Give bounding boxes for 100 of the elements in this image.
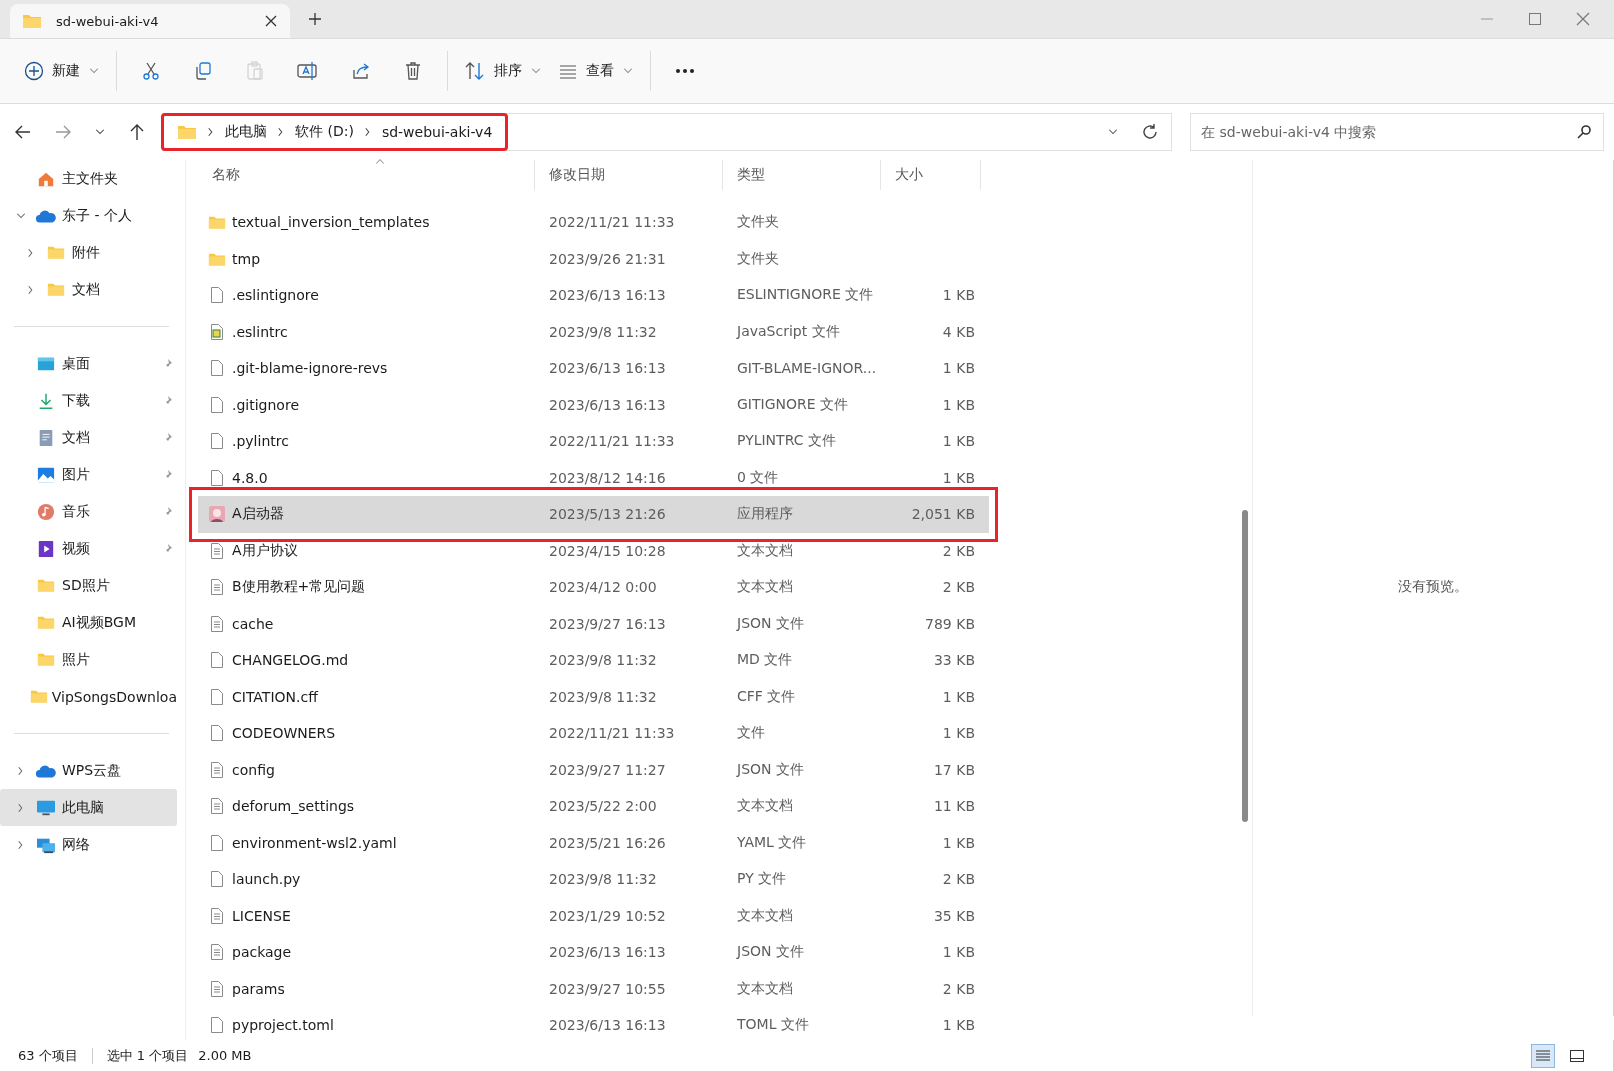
more-icon bbox=[675, 68, 695, 74]
sidebar-item[interactable]: 视频 bbox=[0, 530, 177, 567]
file-row[interactable]: package 2023/6/13 16:13 JSON 文件 1 KB bbox=[198, 934, 989, 971]
column-header[interactable]: 修改日期 bbox=[535, 160, 723, 190]
sidebar-item[interactable]: 下载 bbox=[0, 382, 177, 419]
file-icon bbox=[208, 1016, 226, 1035]
modified-date: 2023/4/15 10:28 bbox=[548, 542, 667, 559]
breadcrumb-item[interactable]: sd-webui-aki-v4 bbox=[381, 124, 493, 140]
file-size: 1 KB bbox=[941, 834, 976, 851]
sidebar-item[interactable]: 文档 bbox=[0, 271, 177, 308]
sort-button[interactable]: 排序 bbox=[456, 51, 550, 91]
file-size: 17 KB bbox=[932, 761, 976, 778]
sidebar-item[interactable]: 图片 bbox=[0, 456, 177, 493]
sidebar-item[interactable]: 网络 bbox=[0, 826, 177, 863]
video-icon bbox=[37, 539, 55, 558]
new-button[interactable]: 新建 bbox=[16, 51, 108, 91]
modified-date: 2022/11/21 11:33 bbox=[548, 433, 676, 450]
modified-date: 2023/5/22 2:00 bbox=[548, 798, 658, 815]
modified-date: 2023/9/27 10:55 bbox=[548, 980, 667, 997]
preview-pane-icon bbox=[1569, 1047, 1585, 1064]
file-type: 文件 bbox=[736, 724, 766, 743]
column-header[interactable]: 大小 bbox=[881, 160, 981, 190]
sidebar-item[interactable]: 桌面 bbox=[0, 345, 177, 382]
file-row[interactable]: CODEOWNERS 2022/11/21 11:33 文件 1 KB bbox=[198, 715, 989, 752]
sidebar-item[interactable]: AI视频BGM bbox=[0, 604, 177, 641]
sidebar-item[interactable]: 此电脑 bbox=[0, 789, 177, 826]
file-row[interactable]: A用户协议 2023/4/15 10:28 文本文档 2 KB bbox=[198, 532, 989, 569]
file-size: 11 KB bbox=[932, 798, 976, 815]
file-row[interactable]: .gitignore 2023/6/13 16:13 GITIGNORE 文件 1 KB bbox=[198, 386, 989, 423]
folder-icon bbox=[37, 652, 55, 667]
file-size: 1 KB bbox=[941, 944, 976, 961]
file-icon bbox=[208, 651, 226, 670]
file-type: 应用程序 bbox=[736, 505, 794, 524]
file-row[interactable]: .pylintrc 2022/11/21 11:33 PYLINTRC 文件 1 KB bbox=[198, 423, 989, 460]
file-row[interactable]: .eslintignore 2023/6/13 16:13 ESLINTIGNORE 文件 1 KB bbox=[198, 277, 989, 314]
column-header[interactable]: 名称 bbox=[198, 160, 535, 190]
folder-icon bbox=[47, 282, 65, 297]
breadcrumb-item[interactable]: 此电脑 bbox=[225, 123, 267, 141]
file-size: 1 KB bbox=[941, 433, 976, 450]
pictures-icon bbox=[37, 465, 55, 484]
window-tab[interactable]: sd-webui-aki-v4 bbox=[10, 4, 290, 38]
file-row[interactable]: config 2023/9/27 11:27 JSON 文件 17 KB bbox=[198, 751, 989, 788]
file-type: 文本文档 bbox=[736, 797, 794, 816]
sidebar-item[interactable]: 东子 - 个人 bbox=[0, 197, 177, 234]
file-type: PY 文件 bbox=[736, 870, 788, 889]
file-row[interactable]: B使用教程+常见问题 2023/4/12 0:00 文本文档 2 KB bbox=[198, 569, 989, 606]
file-size: 1 KB bbox=[941, 287, 976, 304]
item-count: 63 个项目 bbox=[18, 1046, 78, 1065]
app-icon bbox=[208, 505, 226, 524]
text-file-icon bbox=[208, 541, 226, 560]
view-button[interactable]: 查看 bbox=[550, 51, 642, 91]
sidebar-item[interactable]: 附件 bbox=[0, 234, 177, 271]
file-row[interactable]: .git-blame-ignore-revs 2023/6/13 16:13 GIT-BLAME-IGNOR... 1 KB bbox=[198, 350, 989, 387]
file-row[interactable]: tmp 2023/9/26 21:31 文件夹 bbox=[198, 240, 989, 277]
breadcrumb-item[interactable]: 软件 (D:) bbox=[295, 123, 354, 141]
file-type: JSON 文件 bbox=[735, 760, 805, 779]
file-row[interactable]: 4.8.0 2023/8/12 14:16 0 文件 1 KB bbox=[198, 459, 989, 496]
sidebar-item[interactable]: 音乐 bbox=[0, 493, 177, 530]
sidebar-item[interactable]: 文档 bbox=[0, 419, 177, 456]
computer-icon bbox=[36, 798, 56, 817]
file-row[interactable]: CHANGELOG.md 2023/9/8 11:32 MD 文件 33 KB bbox=[198, 642, 989, 679]
file-row[interactable]: .eslintrc 2023/9/8 11:32 JavaScript 文件 4 KB bbox=[198, 313, 989, 350]
modified-date: 2023/9/8 11:32 bbox=[548, 652, 658, 669]
sidebar-item[interactable]: WPS云盘 bbox=[0, 752, 177, 789]
file-row[interactable]: cache 2023/9/27 16:13 JSON 文件 789 KB bbox=[198, 605, 989, 642]
copy-icon bbox=[193, 61, 213, 81]
file-row[interactable]: CITATION.cff 2023/9/8 11:32 CFF 文件 1 KB bbox=[198, 678, 989, 715]
address-bar[interactable]: 此电脑 软件 (D:) sd-webui-aki-v4 bbox=[162, 113, 1172, 151]
sidebar-item[interactable]: 主文件夹 bbox=[0, 160, 177, 197]
column-header[interactable]: 类型 bbox=[723, 160, 881, 190]
file-type: JSON 文件 bbox=[735, 943, 805, 962]
file-type: MD 文件 bbox=[736, 651, 794, 670]
file-row[interactable]: params 2023/9/27 10:55 文本文档 2 KB bbox=[198, 970, 989, 1007]
file-row[interactable]: pyproject.toml 2023/6/13 16:13 TOML 文件 1 KB bbox=[198, 1007, 989, 1044]
file-name: CITATION.cff bbox=[232, 688, 318, 705]
file-row[interactable]: A启动器 2023/5/13 21:26 应用程序 2,051 KB bbox=[198, 496, 989, 533]
file-row[interactable]: deforum_settings 2023/5/22 2:00 文本文档 11 KB bbox=[198, 788, 989, 825]
file-type: JSON 文件 bbox=[735, 614, 805, 633]
text-file-icon bbox=[208, 797, 226, 816]
sort-icon bbox=[464, 61, 486, 81]
file-size: 2,051 KB bbox=[910, 506, 976, 523]
file-row[interactable]: environment-wsl2.yaml 2023/5/21 16:26 YAML 文件 1 KB bbox=[198, 824, 989, 861]
no-preview-message: 没有预览。 bbox=[1398, 578, 1468, 596]
scrollbar-thumb[interactable] bbox=[1242, 510, 1248, 822]
file-row[interactable]: textual_inversion_templates 2022/11/21 11:33 文件夹 bbox=[198, 204, 989, 241]
modified-date: 2023/6/13 16:13 bbox=[548, 396, 667, 413]
share-icon bbox=[351, 61, 371, 81]
search-field[interactable]: 在 sd-webui-aki-v4 中搜索 bbox=[1190, 113, 1604, 151]
sidebar-item[interactable]: 照片 bbox=[0, 641, 177, 678]
text-file-icon bbox=[208, 760, 226, 779]
file-size: 2 KB bbox=[941, 871, 976, 888]
sidebar-item[interactable]: SD照片 bbox=[0, 567, 177, 604]
modified-date: 2023/6/13 16:13 bbox=[548, 944, 667, 961]
file-row[interactable]: LICENSE 2023/1/29 10:52 文本文档 35 KB bbox=[198, 897, 989, 934]
modified-date: 2023/4/12 0:00 bbox=[548, 579, 658, 596]
file-row[interactable]: launch.py 2023/9/8 11:32 PY 文件 2 KB bbox=[198, 861, 989, 898]
details-view-button[interactable] bbox=[1531, 1043, 1555, 1068]
modified-date: 2023/9/8 11:32 bbox=[548, 688, 658, 705]
sidebar-item[interactable]: VipSongsDownloa bbox=[0, 678, 177, 715]
clipboard-icon bbox=[245, 61, 265, 81]
